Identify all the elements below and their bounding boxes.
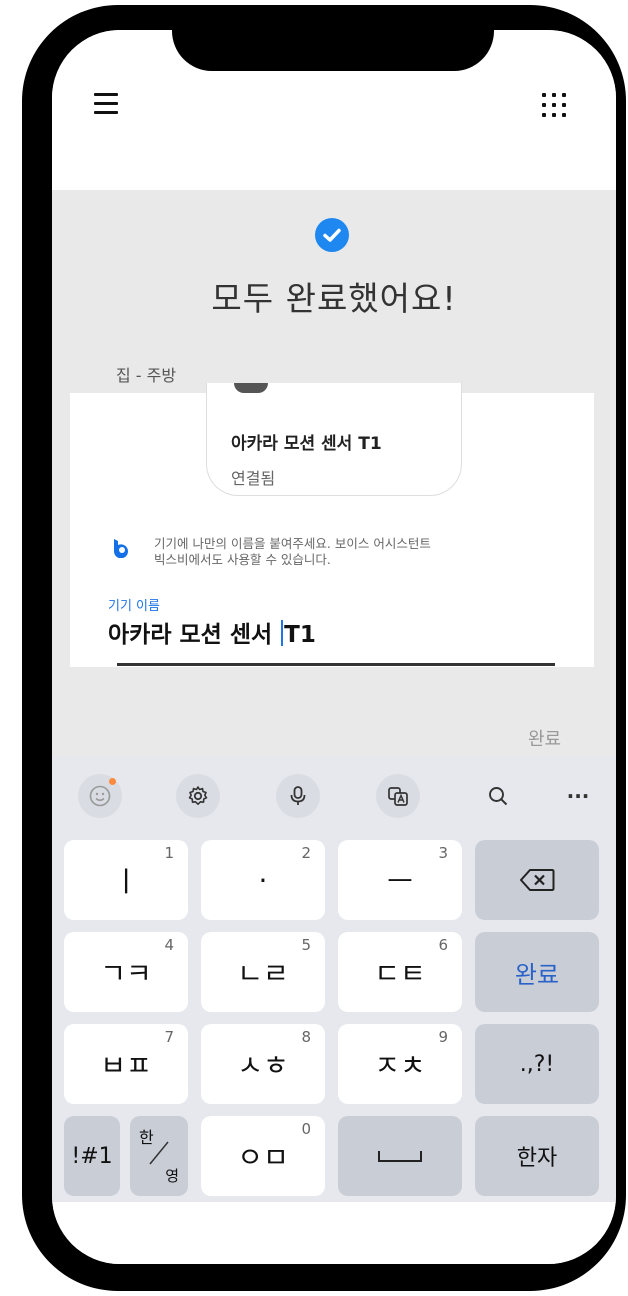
key-label: ㅣ: [113, 865, 139, 898]
text-caret: [281, 620, 284, 646]
search-icon[interactable]: [476, 774, 520, 818]
key-label: ㄴㄹ: [237, 957, 289, 990]
hint-line-2: 빅스비에서도 사용할 수 있습니다.: [154, 552, 331, 567]
key-label: ㅅㅎ: [237, 1049, 289, 1082]
apps-grid-icon[interactable]: [540, 91, 570, 121]
key-3[interactable]: ㅡ 3: [338, 840, 462, 920]
hint-line-1: 기기에 나만의 이름을 붙여주세요. 보이스 어시스턴트: [154, 536, 431, 551]
key-number: 5: [301, 936, 311, 954]
navigation-area: [52, 1202, 616, 1264]
keyboard-keys: ㅣ 1 · 2 ㅡ 3 ㄱㅋ 4 ㄴㄹ 5 ㄷㅌ 6 완료 ㅂㅍ 7 ㅅㅎ 8 …: [52, 830, 616, 1202]
keyboard-toolbar: ···: [52, 756, 616, 832]
key-6[interactable]: ㄷㅌ 6: [338, 932, 462, 1012]
location-label: 집 - 주방: [116, 366, 177, 385]
camera-notch: [172, 5, 494, 71]
clipboard-translate-icon[interactable]: [376, 774, 420, 818]
key-label: ·: [258, 863, 268, 897]
key-number: 4: [164, 936, 174, 954]
device-tile[interactable]: 아카라 모션 센서 T1 연결됨: [206, 383, 462, 496]
backspace-icon: [520, 869, 555, 891]
key-5[interactable]: ㄴㄹ 5: [201, 932, 325, 1012]
key-number: 1: [164, 844, 174, 862]
key-number: 9: [438, 1028, 448, 1046]
key-number: 2: [301, 844, 311, 862]
key-label: 완료: [514, 960, 560, 989]
key-4[interactable]: ㄱㅋ 4: [64, 932, 188, 1012]
key-label: ㅡ: [387, 865, 413, 898]
key-label: ㅈㅊ: [374, 1049, 426, 1082]
key-label: ㄷㅌ: [374, 957, 426, 990]
input-underline: [117, 663, 555, 666]
enter-done-key[interactable]: 완료: [475, 932, 599, 1012]
bixby-icon: [111, 538, 131, 559]
slash-divider: [149, 1141, 169, 1165]
key-label: ㅇㅁ: [237, 1141, 289, 1174]
done-button[interactable]: 완료: [528, 725, 561, 751]
key-7[interactable]: ㅂㅍ 7: [64, 1024, 188, 1104]
device-status: 연결됨: [231, 469, 276, 488]
device-name-input[interactable]: 아카라 모션 센서 T1: [108, 615, 316, 649]
key-number: 6: [438, 936, 448, 954]
screen: 모두 완료했어요! 집 - 주방 아카라 모션 센서 T1 연결됨 기기에 나만…: [52, 30, 616, 1264]
hanja-key[interactable]: 한자: [475, 1116, 599, 1196]
device-name-field-label: 기기 이름: [108, 599, 160, 614]
input-text-before-caret: 아카라 모션 센서: [108, 622, 281, 648]
space-icon: [378, 1151, 422, 1162]
device-icon: [234, 383, 268, 393]
key-label: !#1: [71, 1143, 113, 1169]
key-label: .,?!: [519, 1051, 555, 1077]
device-card: 아카라 모션 센서 T1 연결됨 기기에 나만의 이름을 붙여주세요. 보이스 …: [70, 383, 594, 667]
page-title: 모두 완료했어요!: [211, 279, 457, 318]
name-hint-text: 기기에 나만의 이름을 붙여주세요. 보이스 어시스턴트 빅스비에서도 사용할 …: [154, 536, 554, 568]
backspace-key[interactable]: [475, 840, 599, 920]
key-8[interactable]: ㅅㅎ 8: [201, 1024, 325, 1104]
key-number: 7: [164, 1028, 174, 1046]
more-options-icon[interactable]: ···: [556, 774, 600, 818]
key-1[interactable]: ㅣ 1: [64, 840, 188, 920]
emoji-icon[interactable]: [78, 774, 122, 818]
key-label: ㄱㅋ: [100, 957, 152, 990]
lang-english-label: 영: [165, 1167, 179, 1185]
key-2[interactable]: · 2: [201, 840, 325, 920]
notification-dot: [109, 778, 116, 785]
menu-icon[interactable]: [94, 93, 118, 115]
key-number: 0: [301, 1120, 311, 1138]
punctuation-key[interactable]: .,?!: [475, 1024, 599, 1104]
key-label: 한자: [516, 1146, 558, 1171]
symbols-key[interactable]: !#1: [64, 1116, 120, 1196]
check-circle-icon: [315, 218, 349, 252]
settings-gear-icon[interactable]: [176, 774, 220, 818]
device-name: 아카라 모션 센서 T1: [231, 434, 382, 454]
space-key[interactable]: [338, 1116, 462, 1196]
key-number: 8: [301, 1028, 311, 1046]
key-9[interactable]: ㅈㅊ 9: [338, 1024, 462, 1104]
key-number: 3: [438, 844, 448, 862]
microphone-icon[interactable]: [276, 774, 320, 818]
setup-complete-panel: 모두 완료했어요! 집 - 주방 아카라 모션 센서 T1 연결됨 기기에 나만…: [52, 190, 616, 756]
input-text-after-caret: T1: [284, 622, 316, 648]
key-label: ㅂㅍ: [100, 1049, 152, 1082]
language-toggle-key[interactable]: 한 영: [130, 1116, 188, 1196]
key-0[interactable]: ㅇㅁ 0: [201, 1116, 325, 1196]
